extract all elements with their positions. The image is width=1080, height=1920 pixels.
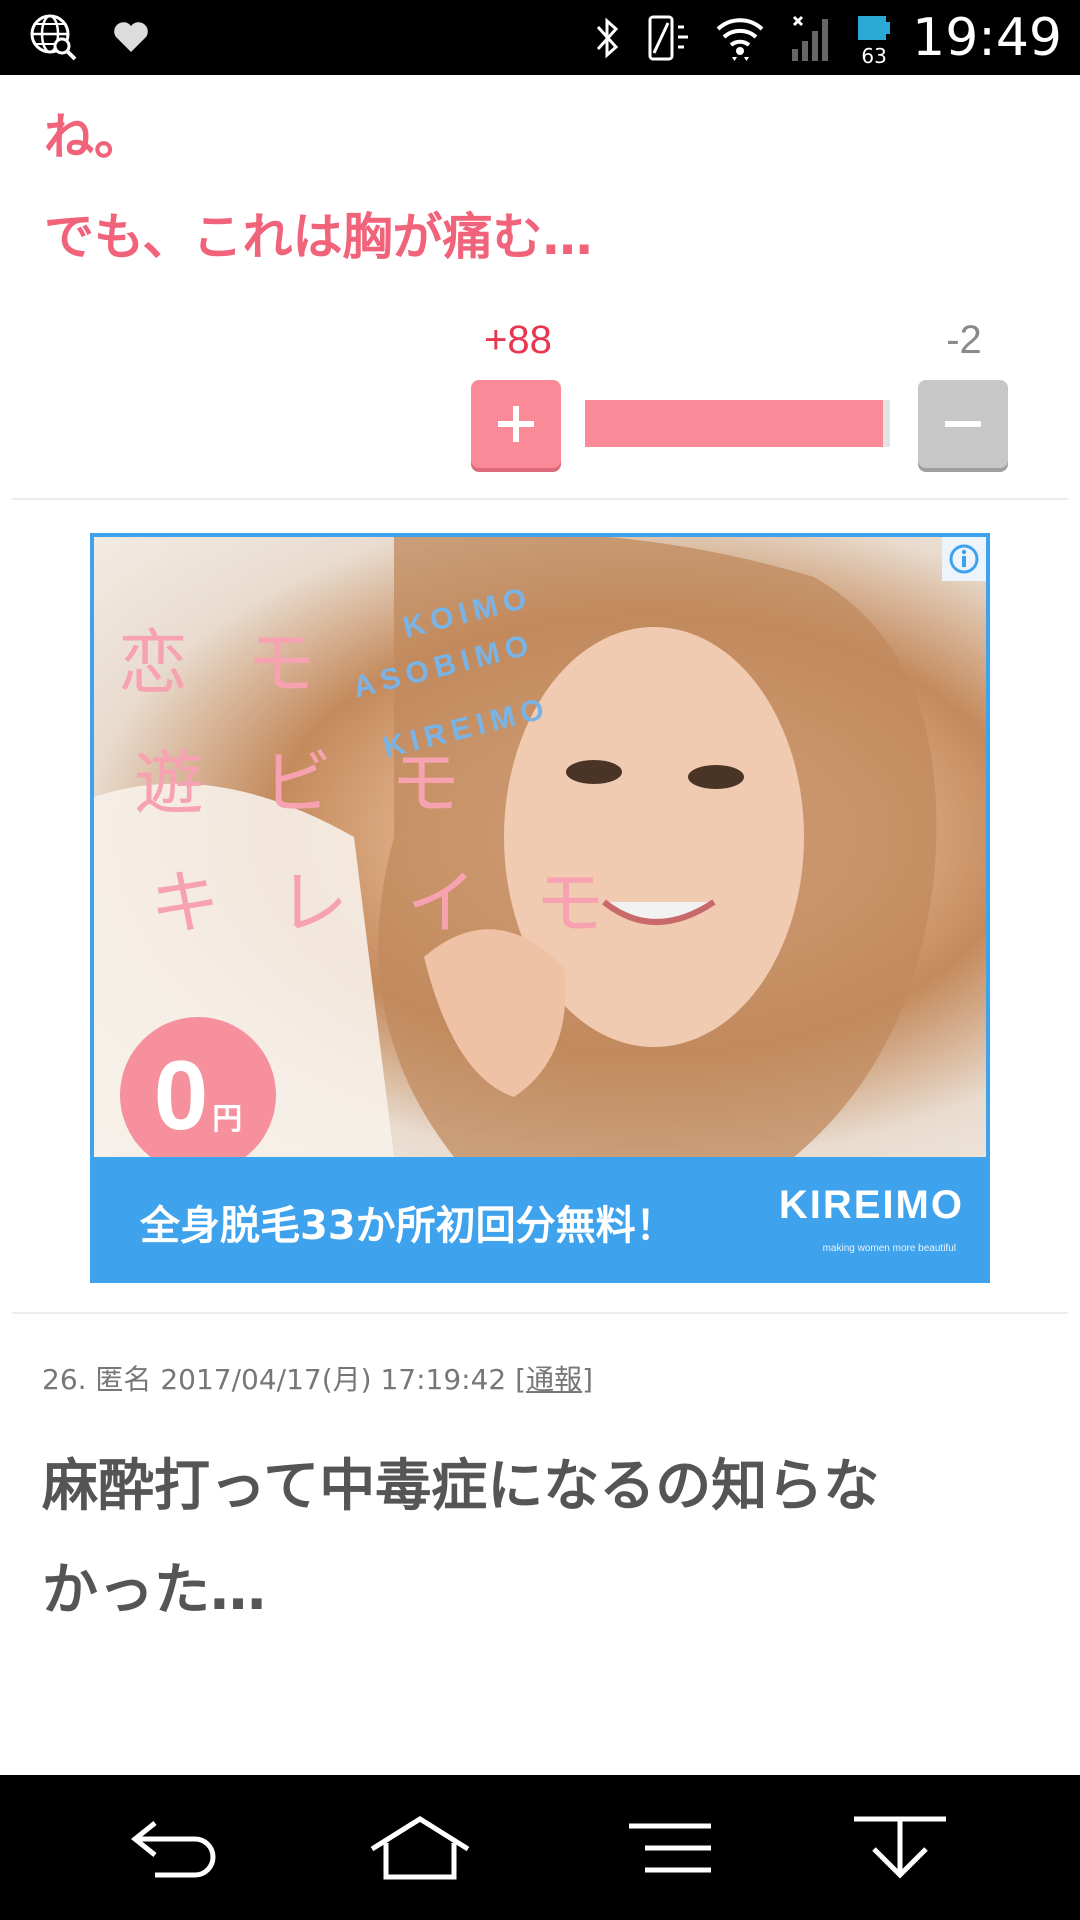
price-badge-unit: 円 bbox=[212, 1102, 243, 1137]
report-link[interactable]: 通報 bbox=[526, 1363, 582, 1396]
plus-vote-button[interactable] bbox=[471, 380, 561, 468]
minus-vote-button[interactable] bbox=[918, 380, 1008, 468]
comment-feed: ね。 でも、これは胸が痛む… +88 -2 恋 モ 遊 ビ モ キ レ イ モ … bbox=[0, 75, 1080, 1775]
plus-icon bbox=[498, 406, 534, 442]
vibrate-icon bbox=[644, 13, 692, 63]
minus-icon bbox=[945, 421, 981, 427]
comment-meta: 26. 匿名 2017/04/17(月) 17:19:42 [通報] bbox=[42, 1358, 593, 1398]
ad-jp-line-1: 恋 モ bbox=[118, 622, 335, 704]
battery-level: 63 bbox=[861, 44, 887, 68]
ad-jp-line-3: キ レ イ モ bbox=[150, 862, 623, 944]
status-bar: 63 19:49 bbox=[0, 0, 1080, 75]
vote-ratio-fill bbox=[585, 400, 884, 447]
navigation-bar bbox=[0, 1775, 1080, 1920]
price-badge-number: 0 bbox=[153, 1040, 209, 1150]
kireimo-tagline: making women more beautiful bbox=[822, 1243, 956, 1254]
comment-body-prev: ね。 でも、これは胸が痛む… bbox=[44, 108, 593, 266]
divider bbox=[12, 1312, 1068, 1314]
minus-vote-count: -2 bbox=[946, 318, 982, 362]
price-badge: 0 円 bbox=[120, 1017, 276, 1173]
globe-search-icon bbox=[28, 12, 78, 62]
back-button[interactable] bbox=[120, 1805, 230, 1891]
battery-icon: 63 bbox=[856, 10, 891, 68]
ad-banner[interactable]: 恋 モ 遊 ビ モ キ レ イ モ KOIMO ASOBIMO KIREIMO … bbox=[90, 533, 990, 1283]
wifi-icon bbox=[714, 13, 766, 63]
scroll-down-icon bbox=[854, 1816, 946, 1879]
scroll-down-button[interactable] bbox=[845, 1805, 955, 1891]
signal-icon bbox=[788, 13, 834, 63]
ad-banner-text: 全身脱毛33か所初回分無料！ bbox=[140, 1203, 676, 1249]
menu-button[interactable] bbox=[615, 1805, 725, 1891]
ad-info-icon[interactable] bbox=[942, 537, 986, 581]
report-bracket-close: ] bbox=[582, 1363, 594, 1396]
vote-ratio-bar bbox=[585, 400, 890, 447]
heart-icon bbox=[112, 20, 150, 54]
bluetooth-icon bbox=[592, 15, 622, 61]
ad-banner-strip: 全身脱毛33か所初回分無料！ KIREIMO making women more… bbox=[94, 1157, 986, 1279]
comment-meta-text: 26. 匿名 2017/04/17(月) 17:19:42 bbox=[42, 1363, 516, 1396]
kireimo-logo: KIREIMO bbox=[778, 1183, 964, 1227]
divider bbox=[12, 498, 1068, 500]
report-bracket-open: [ bbox=[515, 1363, 527, 1396]
home-icon bbox=[370, 1816, 470, 1880]
home-button[interactable] bbox=[365, 1805, 475, 1891]
clock: 19:49 bbox=[912, 8, 1062, 68]
menu-icon bbox=[629, 1823, 711, 1873]
plus-vote-count: +88 bbox=[484, 318, 552, 362]
back-icon bbox=[130, 1821, 216, 1878]
comment-body-26: 麻酔打って中毒症になるの知らな かった… bbox=[42, 1454, 880, 1623]
